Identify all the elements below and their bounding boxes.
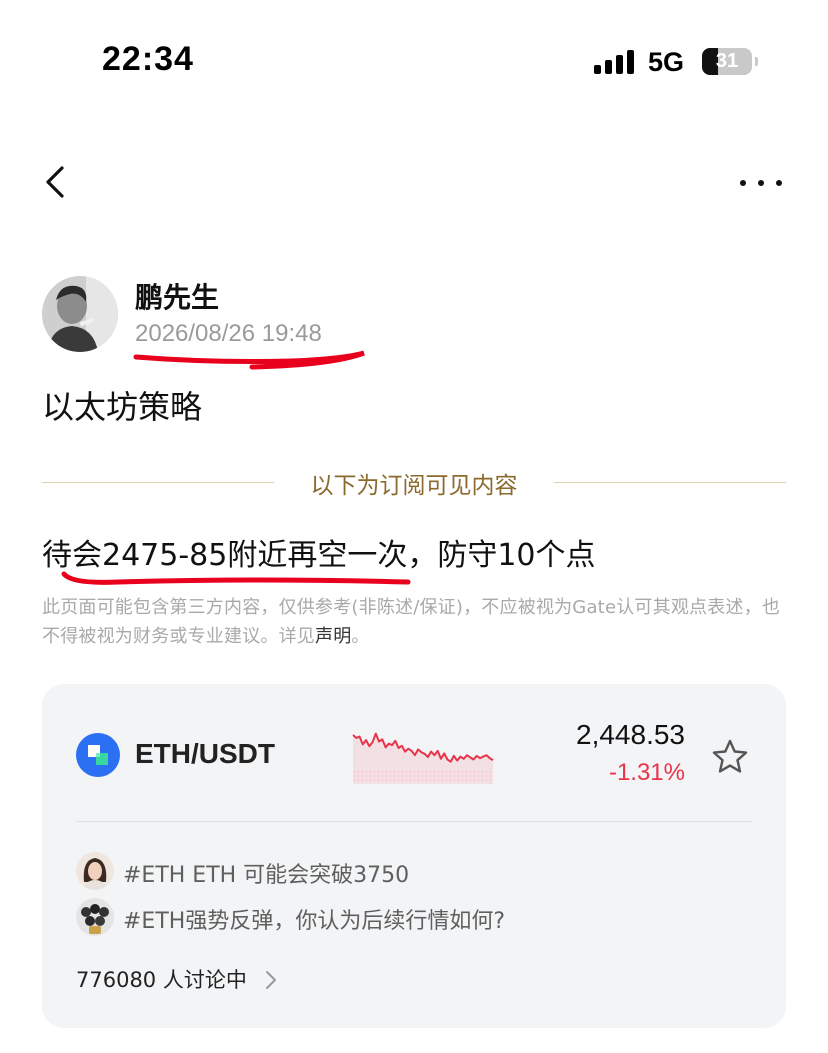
topic-text: #ETH强势反弹，你认为后续行情如何? [123,909,505,934]
divider-line-left [42,482,274,483]
back-button[interactable] [38,160,78,204]
price-value: 2,448.53 [576,719,685,750]
topic-text: #ETH ETH 可能会突破3750 [123,863,410,888]
card-divider [76,821,752,822]
topic-item[interactable]: #ETH ETH 可能会突破3750 [76,852,436,890]
disclaimer-text: 此页面可能包含第三方内容，仅供参考(非陈述/保证)，不应被视为Gate认可其观点… [42,597,781,647]
battery-level: 31 [715,50,739,72]
chevron-left-icon [46,166,64,198]
post-title: 以太坊策略 [42,388,203,426]
discussion-count: 776080 人讨论中 [76,968,247,992]
post-date: 2026/08/26 19:48 [135,320,322,347]
more-options-button[interactable] [736,168,786,198]
battery-icon: 31 [702,48,758,75]
chevron-right-icon [265,971,276,989]
topic-item[interactable]: #ETH强势反弹，你认为后续行情如何? [76,898,536,936]
status-time: 22:34 [102,40,194,78]
subscriber-content-label: 以下为订阅可见内容 [310,473,518,499]
author-avatar[interactable] [42,276,118,352]
star-outline-icon [712,739,748,773]
favorite-button[interactable] [710,737,750,777]
price-sparkline [352,732,494,784]
author-name[interactable]: 鹏先生 [135,276,219,316]
discussion-link[interactable]: 776080 人讨论中 [76,964,282,994]
disclaimer-end: 。 [351,626,370,647]
disclaimer-link[interactable]: 声明 [315,626,351,647]
divider-line-right [554,482,786,483]
topic-avatar [76,852,114,890]
red-annotation-underline [61,571,411,585]
price-change: -1.31% [608,759,685,786]
signal-strength-icon [594,50,636,74]
disclaimer: 此页面可能包含第三方内容，仅供参考(非陈述/保证)，不应被视为Gate认可其观点… [42,593,788,651]
eth-coin-icon [76,733,120,777]
trading-pair[interactable]: ETH/USDT [135,738,275,770]
topic-avatar [76,898,114,936]
network-type: 5G [648,47,685,77]
red-annotation-underline [133,350,365,370]
ellipsis-icon [740,180,782,186]
